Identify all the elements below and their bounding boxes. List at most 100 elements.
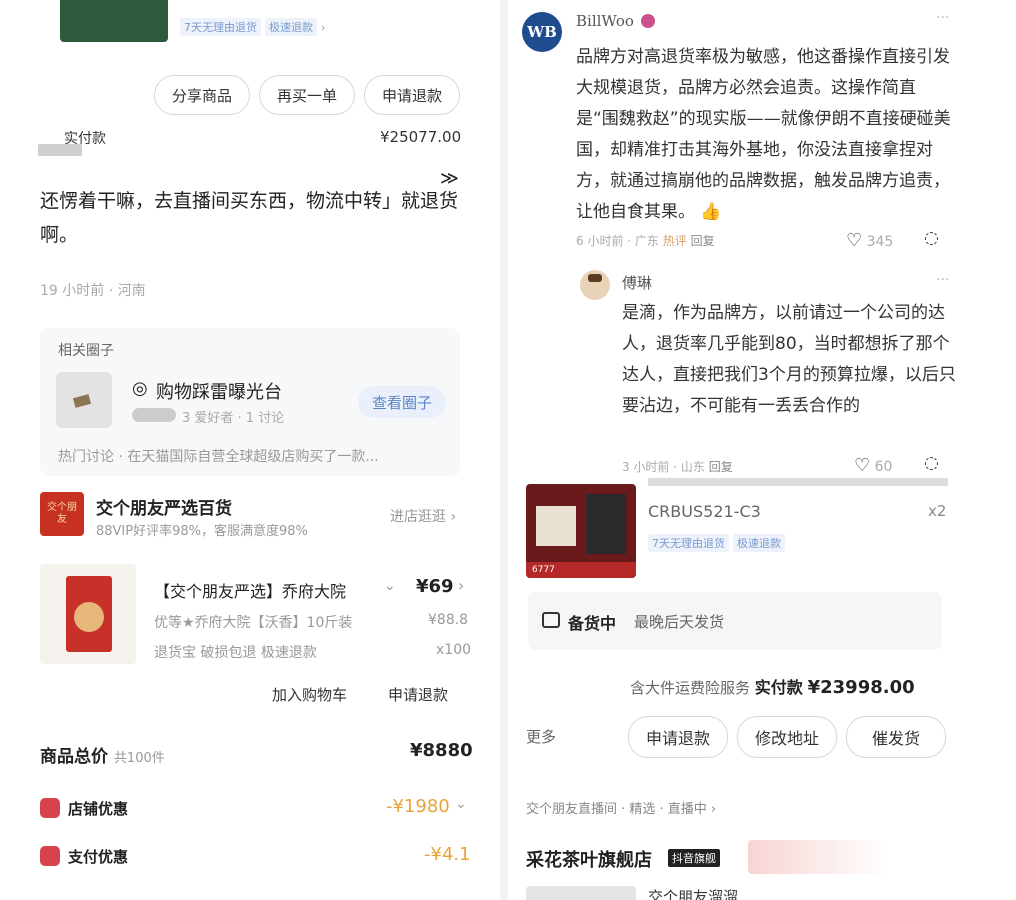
pay-discount-label: 支付优惠 (68, 848, 129, 866)
service-note: 含大件运费险服务 (630, 679, 751, 697)
circle-avatar[interactable] (56, 372, 112, 428)
c1-user[interactable]: BillWoo (576, 12, 634, 30)
product-thumb-right[interactable] (526, 886, 636, 900)
box-icon (542, 612, 560, 628)
status-detail: 最晚后天发货 (634, 613, 725, 631)
related-circle-label: 相关圈子 (58, 343, 114, 359)
paid-row: 含大件运费险服务 实付款 ¥23998.00 (630, 674, 915, 698)
paid-label-right: 实付款 (754, 678, 803, 697)
heart-icon: ♡ (846, 230, 863, 251)
tag-fast-refund: 极速退款 (265, 18, 317, 36)
chevron-right-icon: › (321, 21, 326, 34)
add-cart-button[interactable]: 加入购物车 (272, 684, 347, 705)
dislike-icon[interactable]: ◌ (924, 228, 939, 248)
product-price: ¥69 (416, 576, 454, 597)
circle-icon: ◎ (132, 378, 148, 399)
paid-value: ¥25077.00 (380, 128, 462, 146)
tag-7day: 7天无理由退货 (180, 18, 261, 36)
refund-button[interactable]: 申请退款 (364, 75, 460, 115)
order-thumbnail[interactable]: 6777 (526, 484, 636, 578)
product-title[interactable]: 【交个朋友严选】乔府大院 (154, 578, 346, 602)
order-sku: CRBUS521-C3 (648, 502, 761, 521)
cut-off-title (648, 478, 948, 486)
pay-discount-icon (40, 846, 60, 866)
product-thumbnail[interactable] (60, 0, 168, 42)
comments-panel-right: WB BillWoo ··· 品牌方对高退货率极为敏感，他这番操作直接引发大规模… (508, 0, 1016, 478)
tag-fast-refund: 极速退款 (733, 534, 785, 552)
product-spec: 优等★乔府大院【沃香】10斤装 (154, 615, 353, 631)
goods-total-value: ¥8880 (410, 740, 473, 761)
c2-avatar[interactable] (580, 270, 610, 300)
more-link[interactable]: 更多 (526, 726, 556, 747)
chevron-right-icon: › (458, 576, 465, 595)
c2-meta: 3 小时前 · 山东 回复 (622, 458, 733, 475)
c2-meta-time: 3 小时前 · 山东 (622, 460, 705, 474)
comment-text: 还愣着干嘛，去直播间买东西，物流中转」就退货啊。 (40, 190, 459, 246)
shop-order-left: 交个朋友 交个朋友严选百货 88VIP好评率98%，客服满意度98% 进店逛逛 … (0, 484, 500, 900)
shop-discount-icon (40, 798, 60, 818)
enter-shop-label: 进店逛逛 (390, 509, 446, 525)
shop-logo[interactable]: 交个朋友 (40, 492, 84, 536)
c1-like[interactable]: ♡ 345 (846, 230, 893, 251)
breadcrumb-text: 交个朋友直播间 · 精选 · 直播中 (526, 802, 707, 817)
blur-strip (38, 144, 82, 156)
return-tags: 7天无理由退货 极速退款 › (180, 18, 325, 36)
c2-text: 是滴，作为品牌方，以前请过一个公司的达人，退货率几乎能到80，当时都想拆了那个达… (622, 303, 956, 416)
c2-reply[interactable]: 回复 (709, 460, 733, 474)
chevron-down-icon[interactable]: ⌄ (384, 578, 396, 594)
related-circle-card: 相关圈子 ◎ 购物踩雷曝光台 3 爱好者 · 1 讨论 查看圈子 热门讨论 · … (40, 328, 460, 476)
c1-hot-tag: 热评 (662, 234, 687, 248)
status-bar[interactable]: 备货中 最晚后天发货 (528, 592, 942, 650)
c1-meta: 6 小时前 · 广东 热评 回复 (576, 232, 715, 249)
order-tags: 7天无理由退货 极速退款 (648, 532, 789, 552)
c1-text: 品牌方对高退货率极为敏感，他这番操作直接引发大规模退货，品牌方必然会追责。这操作… (576, 42, 956, 228)
refund-button-left[interactable]: 申请退款 (388, 684, 448, 705)
product-orig-price: ¥88.8 (428, 612, 469, 628)
more-icon[interactable]: ··· (936, 10, 949, 26)
goods-total-title: 商品总价 (40, 747, 108, 767)
shop-discount-value[interactable]: -¥1980 (386, 796, 450, 817)
c1-text-body: 品牌方对高退货率极为敏感，他这番操作直接引发大规模退货，品牌方必然会追责。这操作… (576, 47, 951, 222)
thumbnail-label: 6777 (526, 562, 636, 578)
dislike-icon[interactable]: ◌ (924, 453, 939, 473)
heart-icon: ♡ (854, 455, 871, 476)
order-panel-top-left: 7天无理由退货 极速退款 › 分享商品 再买一单 申请退款 实付款 ¥25077.0… (0, 0, 500, 320)
c2-likes: 60 (874, 459, 893, 475)
status-label: 备货中 (568, 614, 617, 633)
c1-reply[interactable]: 回复 (691, 234, 715, 248)
product-image[interactable] (40, 564, 136, 664)
gutter-vertical (500, 0, 508, 900)
share-button[interactable]: 分享商品 (154, 75, 250, 115)
c2-user[interactable]: 傅琳 (622, 272, 652, 293)
enter-shop-link[interactable]: 进店逛逛 › (390, 506, 456, 526)
live-breadcrumb[interactable]: 交个朋友直播间 · 精选 · 直播中 › (526, 798, 716, 817)
flagship-badge: 抖音旗舰 (668, 849, 720, 867)
circle-name[interactable]: 购物踩雷曝光台 (156, 378, 282, 404)
order-panel-right: 6777 CRBUS521-C3 x2 7天无理由退货 极速退款 备货中 最晚后天… (508, 478, 1016, 900)
shop-name[interactable]: 交个朋友严选百货 (96, 494, 232, 519)
goods-total-label: 商品总价 共100件 (40, 742, 165, 767)
rebuy-button[interactable]: 再买一单 (259, 75, 355, 115)
wb-avatar[interactable]: WB (522, 12, 562, 52)
order-qty: x2 (928, 502, 947, 520)
goods-count: 共100件 (113, 751, 165, 766)
c2-like[interactable]: ♡ 60 (854, 455, 892, 476)
change-address-button[interactable]: 修改地址 (737, 716, 837, 758)
shop-discount-label: 店铺优惠 (68, 800, 129, 818)
shop-logo-text: 交个朋友 (47, 502, 77, 525)
pay-discount-value: -¥4.1 (424, 844, 471, 865)
view-circle-button[interactable]: 查看圈子 (358, 386, 446, 418)
chevron-down-icon[interactable]: ⌄ (455, 796, 467, 812)
product-name-right[interactable]: 交个朋友溜溜 (648, 886, 738, 900)
urge-shipping-button[interactable]: 催发货 (846, 716, 946, 758)
shop-name-right[interactable]: 采花茶叶旗舰店 (526, 846, 652, 872)
c1-likes: 345 (866, 234, 894, 250)
tag-7day: 7天无理由退货 (648, 534, 729, 552)
circle-stats: 3 爱好者 · 1 讨论 (182, 411, 285, 426)
thumbs-up-icon: 👍 (700, 202, 722, 222)
hot-discussion[interactable]: 热门讨论 · 在天猫国际自营全球超级店购买了一款... (58, 446, 379, 466)
refund-button-right[interactable]: 申请退款 (628, 716, 728, 758)
blur-glare (748, 840, 888, 874)
member-avatars (132, 408, 176, 422)
more-icon[interactable]: ··· (936, 272, 949, 288)
